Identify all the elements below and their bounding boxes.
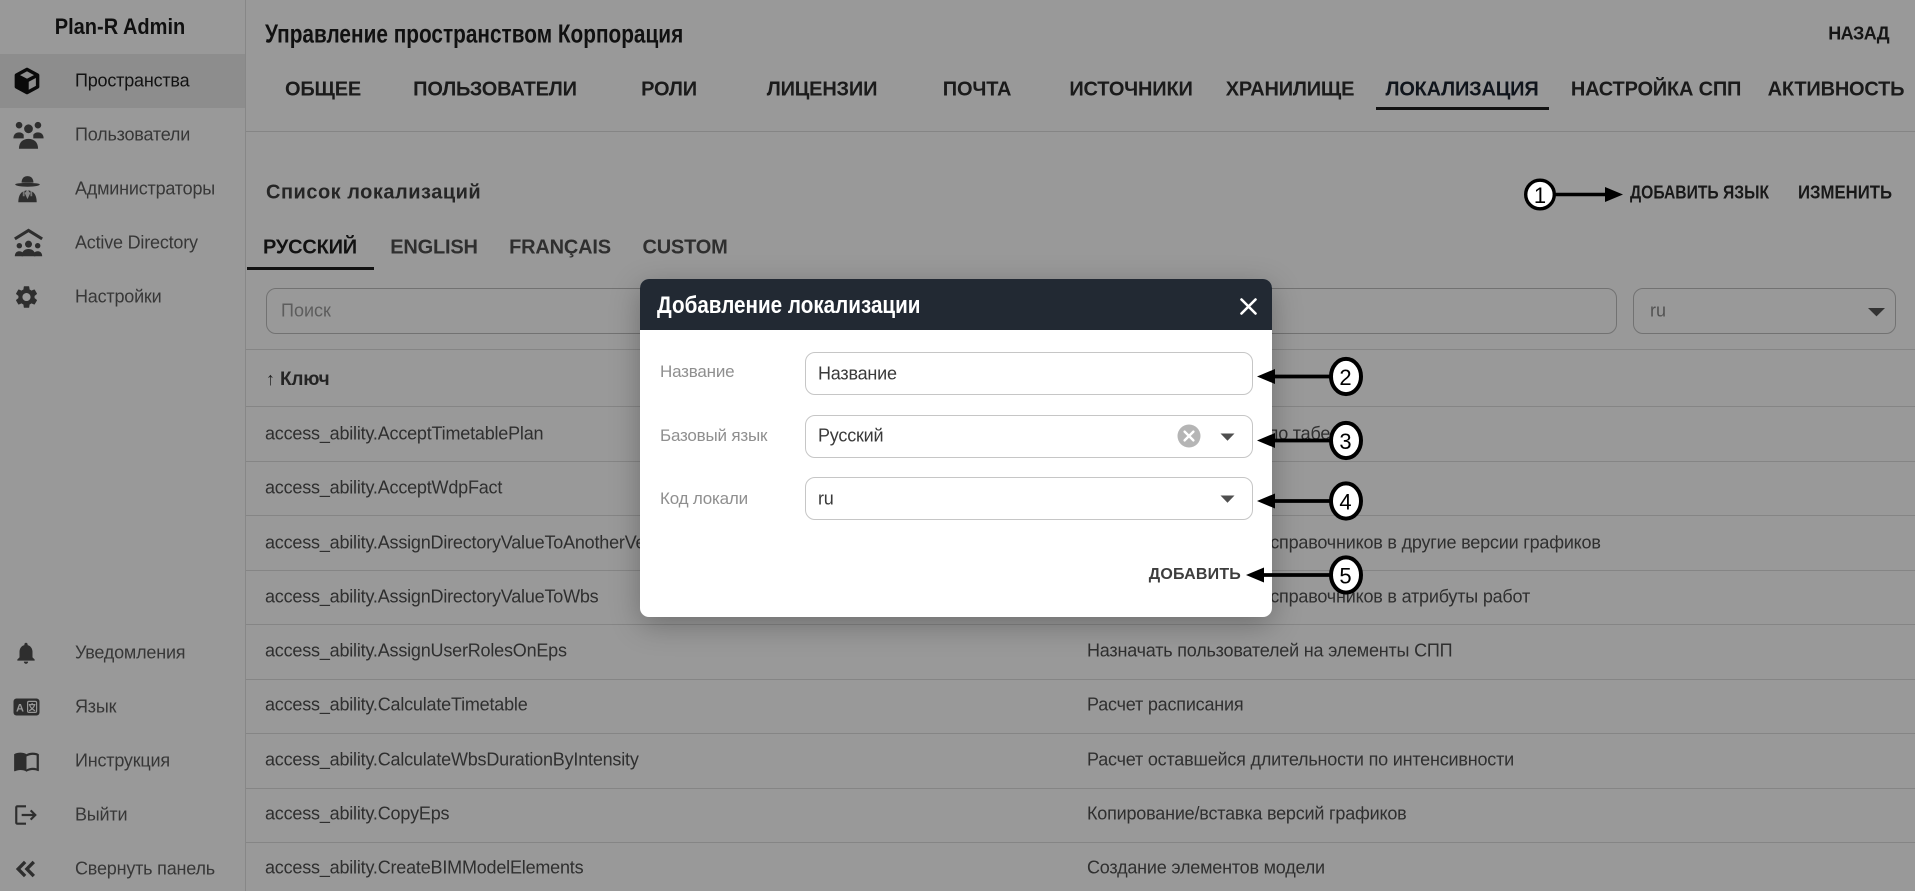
- svg-text:1: 1: [1534, 183, 1546, 208]
- svg-text:5: 5: [1339, 564, 1351, 589]
- svg-text:4: 4: [1339, 490, 1351, 515]
- svg-text:3: 3: [1339, 429, 1351, 454]
- svg-text:2: 2: [1339, 365, 1351, 390]
